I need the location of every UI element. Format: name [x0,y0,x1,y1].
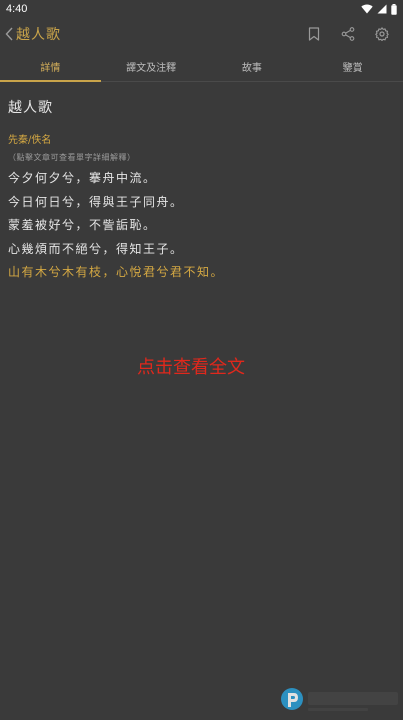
status-time: 4:40 [6,3,28,15]
status-icons [361,3,397,15]
poem-line[interactable]: 今夕何夕兮，搴舟中流。 [8,167,395,191]
tab-bar: 詳情 譯文及注釋 故事 鑒賞 [0,52,403,82]
tab-story[interactable]: 故事 [202,52,303,81]
back-button[interactable]: 越人歌 [4,24,61,44]
share-button[interactable] [331,19,365,49]
poem-line-highlighted[interactable]: 山有木兮木有枝，心悅君兮君不知。 [8,261,395,285]
chevron-left-icon [5,27,13,41]
tab-translation-notes[interactable]: 譯文及注釋 [101,52,202,81]
status-bar: 4:40 [0,0,403,18]
bookmark-button[interactable] [297,19,331,49]
wifi-icon [361,4,373,14]
battery-icon [391,3,397,15]
watermark-logo [278,684,403,716]
poem-author[interactable]: 先秦/佚名 [8,131,395,146]
app-screen: 4:40 越人歌 詳情 譯文及注釋 故事 鑒賞 越人歌 先秦/佚名 （點擊文章可… [0,0,403,720]
poem-title: 越人歌 [8,100,53,116]
tab-appreciation[interactable]: 鑒賞 [302,52,403,81]
read-full-text-button[interactable]: 点击查看全文 [0,353,382,379]
poem-line[interactable]: 今日何日兮，得與王子同舟。 [8,191,395,215]
app-actions [297,19,399,49]
poem-hint: （點擊文章可查看單字詳細解釋） [8,153,136,162]
app-bar: 越人歌 [0,18,403,50]
gear-icon [375,27,389,41]
settings-button[interactable] [365,19,399,49]
app-title: 越人歌 [16,27,61,43]
poem-content: 越人歌 先秦/佚名 （點擊文章可查看單字詳細解釋） 今夕何夕兮，搴舟中流。 今日… [0,82,403,285]
tab-details[interactable]: 詳情 [0,52,101,82]
share-icon [341,27,355,41]
bookmark-icon [308,27,320,41]
signal-icon [377,4,387,14]
poem-line[interactable]: 心幾煩而不絕兮，得知王子。 [8,238,395,262]
poem-line[interactable]: 蒙羞被好兮，不訾詬恥。 [8,214,395,238]
poem-lines: 今夕何夕兮，搴舟中流。 今日何日兮，得與王子同舟。 蒙羞被好兮，不訾詬恥。 心幾… [8,167,395,285]
